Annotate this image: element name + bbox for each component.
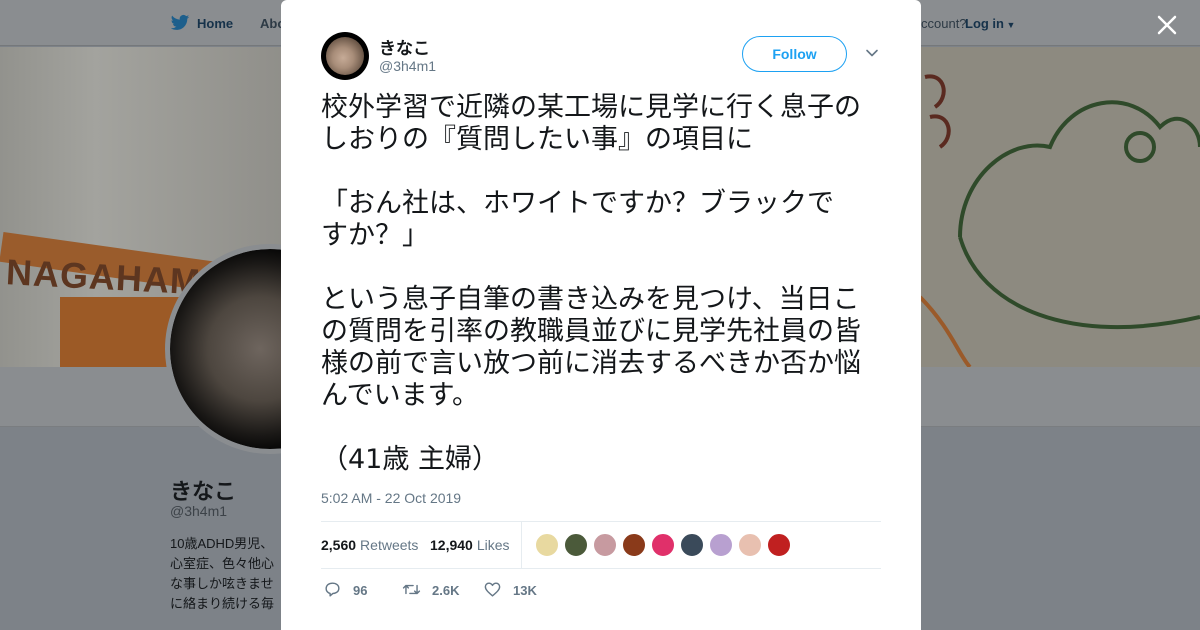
profile-handle: @3h4m1 (170, 503, 228, 519)
reply-count: 96 (353, 583, 368, 598)
tweet-line: （41歳 主婦） (321, 444, 499, 475)
author-name[interactable]: きなこ (379, 34, 430, 59)
profile-name: きなこ (170, 479, 237, 504)
login-link[interactable]: Log in ▼ (965, 16, 1015, 31)
liker-avatar[interactable] (593, 533, 617, 557)
follow-button[interactable]: Follow (742, 36, 847, 72)
liker-avatar[interactable] (564, 533, 588, 557)
retweets-label: Retweets (360, 537, 419, 553)
tweet-actions: 96 2.6K 13K (321, 580, 881, 600)
tweet-line: すか？」 (321, 220, 429, 251)
like-count: 13K (513, 583, 537, 598)
liker-avatar[interactable] (622, 533, 646, 557)
profile-bio-line: な事しか呟きませ (170, 576, 274, 591)
author-avatar[interactable] (321, 32, 369, 80)
reply-icon (325, 582, 340, 597)
close-icon (1157, 15, 1177, 35)
liker-avatar[interactable] (680, 533, 704, 557)
tweet-line: 校外学習で近隣の某工場に見学に行く息子の (321, 92, 861, 123)
frog-drawing-icon (920, 74, 1200, 367)
home-link[interactable]: Home (197, 16, 233, 31)
close-modal-button[interactable] (1154, 12, 1180, 38)
profile-bio: 10歳ADHD男児、 心室症、色々他心 な事しか呟きませ に絡まり続ける毎 (170, 534, 282, 614)
likes-count: 12,940 (430, 537, 473, 553)
profile-bio-line: 心室症、色々他心 (170, 556, 275, 571)
chevron-down-icon: ▼ (1004, 20, 1016, 30)
liker-avatar[interactable] (651, 533, 675, 557)
tweet-line: んでいます。 (321, 380, 479, 411)
tweet-line: という息子自筆の書き込みを見つけ、当日こ (321, 284, 860, 315)
tweet-line: 様の前で言い放つ前に消去するべきか否か悩 (321, 348, 861, 379)
liker-avatar[interactable] (709, 533, 733, 557)
profile-bio-line: 10歳ADHD男児、 (170, 536, 274, 551)
heart-icon (484, 582, 501, 597)
twitter-bird-icon[interactable] (170, 14, 190, 32)
tweet-stats: 2,560 Retweets 12,940 Likes (321, 521, 881, 569)
author-handle[interactable]: @3h4m1 (379, 58, 436, 74)
account-prompt-text: ccount? (921, 16, 967, 31)
stats-divider (521, 522, 522, 569)
tweet-line: しおりの『質問したい事』の項目に (321, 124, 753, 155)
retweets-count: 2,560 (321, 537, 357, 553)
tweet-modal: きなこ @3h4m1 Follow 校外学習で近隣の某工場に見学に行く息子の し… (281, 0, 921, 630)
liker-avatar[interactable] (535, 533, 559, 557)
likes-label: Likes (476, 537, 510, 553)
retweet-count: 2.6K (432, 583, 460, 598)
tweet-line: 「おん社は、ホワイトですか？ブラックで (321, 188, 834, 219)
login-label: Log in (965, 16, 1004, 31)
liker-avatar[interactable] (767, 533, 791, 557)
liker-avatar[interactable] (738, 533, 762, 557)
chevron-down-icon[interactable] (865, 46, 879, 60)
retweet-icon (402, 584, 421, 595)
tweet-line: の質問を引率の教職員並びに見学先社員の皆 (321, 316, 861, 347)
likes-stat[interactable]: 12,940 Likes (430, 537, 510, 553)
profile-bio-line: に絡まり続ける毎 (170, 596, 275, 611)
retweets-stat[interactable]: 2,560 Retweets (321, 537, 418, 553)
tweet-text: 校外学習で近隣の某工場に見学に行く息子の しおりの『質問したい事』の項目に 「お… (321, 92, 886, 476)
tweet-timestamp[interactable]: 5:02 AM - 22 Oct 2019 (321, 490, 461, 506)
